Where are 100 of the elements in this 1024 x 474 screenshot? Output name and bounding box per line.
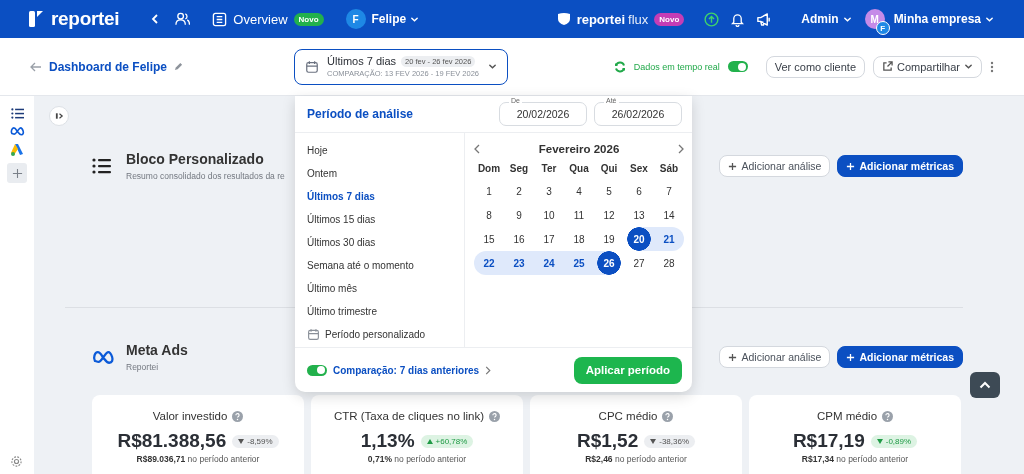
back-arrow-icon[interactable]	[30, 61, 42, 72]
scroll-top-button[interactable]	[970, 372, 1000, 398]
comparison-link[interactable]: Comparação: 7 dias anteriores	[333, 364, 480, 376]
calendar-day[interactable]: 12	[594, 203, 624, 227]
add-metrics-button[interactable]: Adicionar métricas	[837, 346, 963, 368]
calendar-day[interactable]: 24	[534, 251, 564, 275]
calendar-day[interactable]: 27	[624, 251, 654, 275]
plus-icon	[11, 167, 23, 179]
calendar-day[interactable]: 15	[474, 227, 504, 251]
calendar-day[interactable]: 23	[504, 251, 534, 275]
block-title: Bloco Personalizado	[126, 151, 265, 167]
help-icon[interactable]	[882, 410, 894, 422]
metric-value: R$1,52	[576, 430, 639, 452]
month-title: Fevereiro 2026	[538, 143, 620, 155]
calendar-day[interactable]: 7	[654, 179, 684, 203]
users-icon[interactable]	[175, 12, 191, 26]
calendar-day[interactable]: 13	[624, 203, 654, 227]
calendar-icon	[307, 327, 320, 341]
calendar-day[interactable]: 26	[594, 251, 624, 275]
calendar-day[interactable]: 6	[624, 179, 654, 203]
help-icon[interactable]	[232, 410, 244, 422]
period-option[interactable]: Hoje	[295, 142, 464, 158]
picker-title: Período de análise	[307, 107, 414, 121]
period-option[interactable]: Ontem	[295, 165, 464, 181]
calendar-day[interactable]: 19	[594, 227, 624, 251]
pencil-icon[interactable]	[174, 62, 184, 71]
toggle-switch[interactable]	[307, 364, 327, 376]
period-option[interactable]: Últimos 30 dias	[295, 234, 464, 250]
company-selector[interactable]: Minha empresa	[893, 12, 994, 26]
add-button[interactable]	[7, 163, 27, 183]
change-badge: -8,59%	[232, 434, 279, 448]
calendar-day[interactable]: 10	[534, 203, 564, 227]
more-icon[interactable]	[990, 60, 994, 73]
collapse-button[interactable]	[49, 106, 69, 126]
megaphone-icon[interactable]	[756, 11, 772, 27]
add-analysis-button[interactable]: Adicionar análise	[719, 346, 831, 368]
view-as-client-button[interactable]: Ver como cliente	[765, 55, 866, 78]
weekday-label: Qua	[568, 162, 590, 174]
new-badge: Novo	[293, 12, 324, 26]
calendar-day[interactable]: 21	[654, 227, 684, 251]
settings-icon[interactable]	[10, 455, 23, 468]
previous-month-icon[interactable]	[474, 144, 480, 154]
calendar-day[interactable]: 4	[564, 179, 594, 203]
infinity-icon[interactable]	[9, 126, 25, 136]
calendar-day[interactable]: 9	[504, 203, 534, 227]
realtime-label: Dados em tempo real	[633, 61, 720, 72]
document-icon[interactable]	[212, 11, 228, 27]
infinity-icon	[92, 350, 115, 364]
help-icon[interactable]	[489, 410, 501, 422]
calendar-day[interactable]: 8	[474, 203, 504, 227]
period-option[interactable]: Último trimestre	[295, 303, 464, 319]
period-option[interactable]: Últimos 7 dias	[295, 188, 464, 204]
metric-value: R$17,19	[792, 430, 865, 452]
overview-link[interactable]: Overview	[233, 11, 288, 27]
calendar-day[interactable]: 18	[564, 227, 594, 251]
admin-menu[interactable]: Admin	[801, 12, 852, 26]
bell-icon[interactable]	[731, 11, 745, 27]
share-icon	[882, 61, 894, 72]
add-analysis-button[interactable]: Adicionar análise	[719, 155, 831, 177]
previous-period-text: 0,71% no período anterior	[367, 454, 467, 464]
reportei-logo[interactable]: reportei	[28, 8, 120, 30]
share-button[interactable]: Compartilhar	[873, 55, 982, 78]
period-option[interactable]: Último mês	[295, 280, 464, 296]
chevron-left-icon[interactable]	[151, 14, 160, 24]
weekday-label: Qui	[599, 162, 619, 174]
calendar-day[interactable]: 2	[504, 179, 534, 203]
calendar-day[interactable]: 3	[534, 179, 564, 203]
chevron-up-icon	[979, 381, 991, 389]
calendar-day[interactable]: 16	[504, 227, 534, 251]
metric-title: CTR (Taxa de cliques no link)	[333, 410, 485, 422]
period-option[interactable]: Semana até o momento	[295, 257, 464, 273]
add-metrics-button[interactable]: Adicionar métricas	[837, 155, 963, 177]
weekday-label: Dom	[476, 162, 502, 174]
dashboard-title: Dashboard de Felipe	[49, 59, 168, 74]
period-option[interactable]: Período personalizado	[295, 326, 464, 342]
toggle-switch[interactable]	[727, 61, 748, 72]
calendar-day[interactable]: 17	[534, 227, 564, 251]
block-subtitle: Reportei	[126, 362, 160, 372]
upload-circle-icon[interactable]	[704, 11, 720, 27]
triangle-logo-icon[interactable]	[10, 143, 24, 156]
metric-value: 1,13%	[360, 430, 415, 452]
calendar-day[interactable]: 5	[594, 179, 624, 203]
calendar-day[interactable]: 25	[564, 251, 594, 275]
change-badge: -0,89%	[870, 434, 918, 448]
chevron-right-icon[interactable]	[485, 365, 492, 375]
client-selector[interactable]: Felipe	[371, 12, 420, 26]
calendar-day[interactable]: 20	[624, 227, 654, 251]
previous-period-text: R$17,34 no período anterior	[801, 454, 909, 464]
calendar-day[interactable]: 22	[474, 251, 504, 275]
flux-logo[interactable]: reportei flux	[576, 11, 649, 27]
period-option[interactable]: Últimos 15 dias	[295, 211, 464, 227]
calendar-day[interactable]: 1	[474, 179, 504, 203]
calendar-day[interactable]: 14	[654, 203, 684, 227]
weekday-label: Ter	[540, 162, 558, 174]
help-icon[interactable]	[662, 410, 674, 422]
block-title: Meta Ads	[126, 342, 188, 358]
calendar-day[interactable]: 11	[564, 203, 594, 227]
list-icon[interactable]	[10, 108, 24, 119]
next-month-icon[interactable]	[678, 144, 684, 154]
calendar-day[interactable]: 28	[654, 251, 684, 275]
